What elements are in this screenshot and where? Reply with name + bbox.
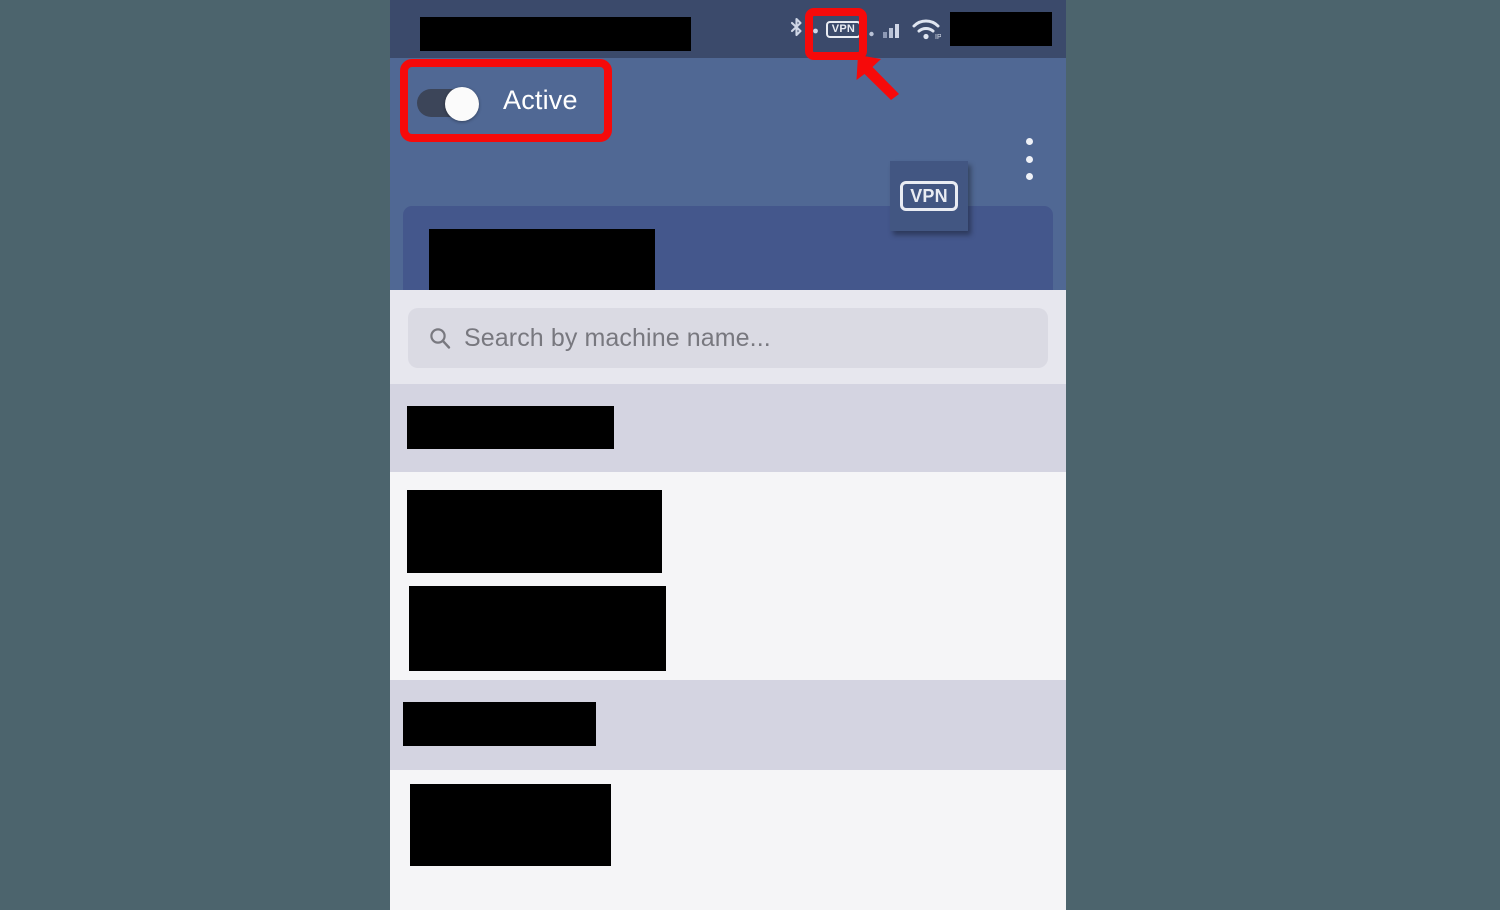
- status-dot-icon: [812, 17, 819, 41]
- status-bar-icons: VPN IP: [788, 0, 1052, 58]
- toggle-knob[interactable]: [445, 87, 479, 121]
- status-bar-title-redaction: [420, 17, 691, 51]
- overflow-dot-2: [1025, 155, 1033, 163]
- cellular-signal-icon: [882, 17, 904, 41]
- vpn-active-toggle[interactable]: [417, 87, 479, 121]
- machine-row-4[interactable]: [390, 680, 1066, 770]
- overflow-menu-button[interactable]: [1014, 136, 1044, 182]
- bluetooth-icon: [788, 17, 805, 41]
- status-bar: VPN IP: [390, 0, 1066, 58]
- machine-row-3[interactable]: [390, 575, 1066, 680]
- screenshot-canvas: VPN IP Active VPN Search by machine name…: [0, 0, 1500, 910]
- vpn-popup-icon: VPN: [900, 181, 958, 211]
- svg-text:IP: IP: [935, 34, 941, 41]
- search-placeholder: Search by machine name...: [464, 323, 771, 352]
- machine-name-redaction: [407, 490, 662, 573]
- search-zone: Search by machine name...: [390, 290, 1066, 384]
- vpn-magnifier-popup: VPN: [890, 161, 968, 231]
- machine-row-2[interactable]: [390, 472, 1066, 575]
- header-toolbar: Active: [390, 58, 1066, 148]
- phone-screenshot: VPN IP Active VPN Search by machine name…: [390, 0, 1066, 910]
- vpn-status-icon: VPN: [825, 20, 861, 38]
- search-icon: [428, 326, 452, 350]
- machine-row-1[interactable]: [390, 384, 1066, 472]
- status-bar-clock-redaction: [950, 12, 1052, 46]
- toggle-label: Active: [503, 85, 578, 115]
- machine-name-redaction: [410, 784, 611, 866]
- overflow-dot-3: [1025, 173, 1033, 180]
- machine-name-redaction: [407, 406, 614, 449]
- wifi-icon: IP: [911, 17, 941, 41]
- machine-name-redaction: [409, 586, 666, 671]
- machine-name-redaction: [403, 702, 596, 746]
- status-dot-small-icon: [868, 17, 875, 41]
- app-header: Active VPN: [390, 58, 1066, 336]
- search-input[interactable]: Search by machine name...: [408, 308, 1048, 368]
- overflow-dot-1: [1025, 138, 1033, 145]
- machine-list: [390, 384, 1066, 900]
- machine-row-5[interactable]: [390, 770, 1066, 900]
